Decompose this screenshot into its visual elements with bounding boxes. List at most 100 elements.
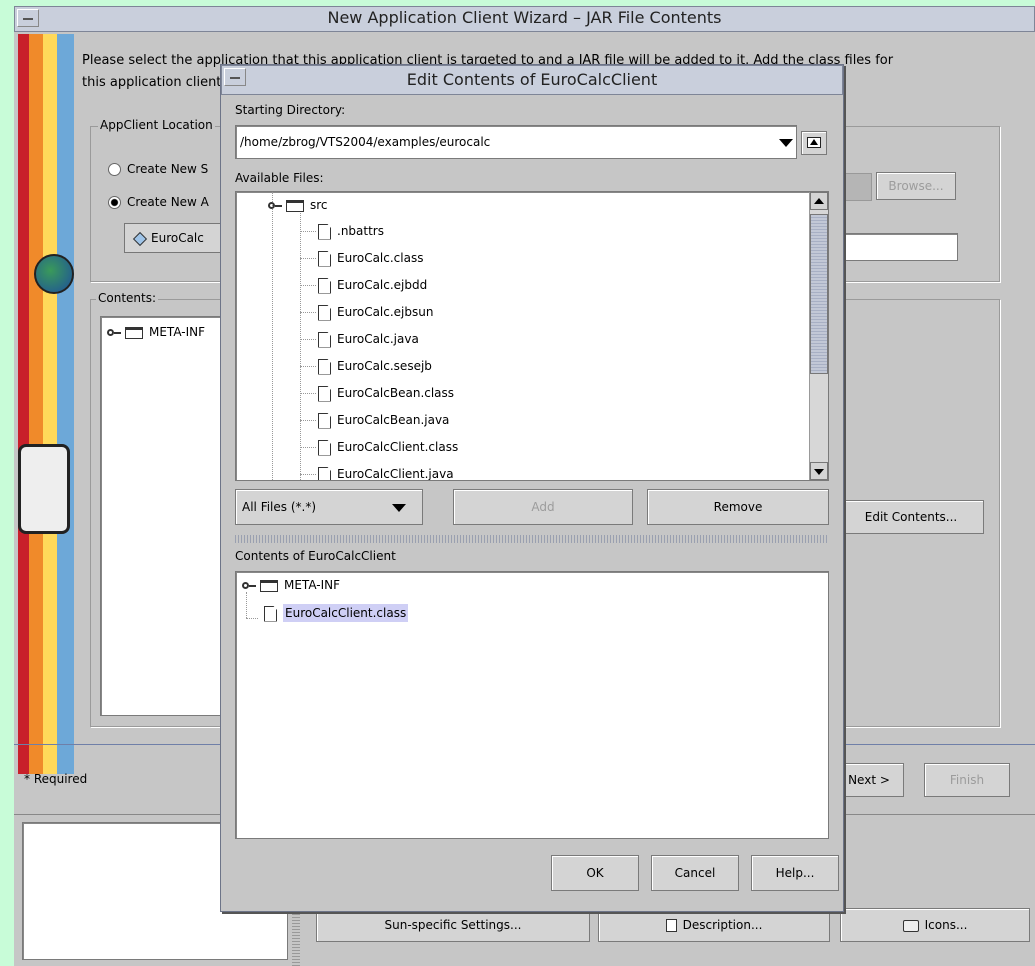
file-filter-value: All Files (*.*) bbox=[242, 500, 317, 514]
tree-guide-line bbox=[300, 474, 316, 475]
finish-button[interactable]: Finish bbox=[924, 763, 1010, 797]
tree-item-file-label: EuroCalcClient.java bbox=[337, 467, 454, 481]
globe-icon bbox=[34, 254, 74, 294]
tree-item-file[interactable]: EuroCalcBean.java bbox=[318, 409, 449, 431]
expand-handle-icon[interactable] bbox=[242, 581, 256, 591]
expand-handle-icon[interactable] bbox=[107, 328, 121, 338]
file-icon bbox=[318, 439, 331, 456]
next-button[interactable]: Next > bbox=[834, 763, 904, 797]
dialog-tree-item-meta-inf[interactable]: META-INF bbox=[242, 574, 340, 596]
tree-item-file[interactable]: EuroCalc.ejbdd bbox=[318, 274, 427, 296]
file-filter-combo[interactable]: All Files (*.*) bbox=[235, 489, 423, 525]
dialog-title-bar[interactable]: Edit Contents of EuroCalcClient bbox=[221, 65, 843, 95]
tree-guide-line bbox=[300, 366, 316, 367]
folder-icon bbox=[286, 199, 304, 212]
file-icon bbox=[318, 412, 331, 429]
tree-item-src[interactable]: src bbox=[268, 194, 328, 216]
diamond-icon bbox=[132, 231, 148, 246]
tree-item-file-label: EuroCalc.java bbox=[337, 332, 419, 346]
tree-item-file[interactable]: EuroCalcClient.java bbox=[318, 463, 454, 481]
tree-item-file[interactable]: EuroCalc.sesejb bbox=[318, 355, 432, 377]
radio-unchecked-icon bbox=[108, 163, 121, 176]
radio-create-standalone-label: Create New S bbox=[127, 162, 209, 176]
tree-item-file[interactable]: EuroCalcBean.class bbox=[318, 382, 454, 404]
jar-icon bbox=[18, 444, 70, 534]
file-icon bbox=[318, 331, 331, 348]
tree-item-file[interactable]: EuroCalc.class bbox=[318, 247, 423, 269]
icons-button[interactable]: Icons... bbox=[840, 908, 1030, 942]
scroll-up-button[interactable] bbox=[810, 192, 828, 210]
tree-guide-line bbox=[246, 618, 258, 619]
folder-icon bbox=[125, 326, 143, 339]
file-icon bbox=[318, 277, 331, 294]
dialog-window-menu-button[interactable] bbox=[224, 68, 246, 86]
help-button[interactable]: Help... bbox=[751, 855, 839, 891]
tree-item-file[interactable]: EuroCalcClient.class bbox=[318, 436, 458, 458]
wizard-window-menu-button[interactable] bbox=[17, 9, 39, 27]
tree-item-src-label: src bbox=[310, 198, 328, 212]
available-files-label: Available Files: bbox=[235, 171, 324, 185]
file-icon bbox=[264, 605, 277, 622]
file-icon bbox=[318, 466, 331, 480]
tree-item-file[interactable]: .nbattrs bbox=[318, 220, 384, 242]
available-files-tree[interactable]: src .nbattrs EuroCalc.class EuroCalc.ejbdd… bbox=[235, 191, 829, 481]
tree-item-file-label: EuroCalc.ejbdd bbox=[337, 278, 428, 292]
ok-button[interactable]: OK bbox=[551, 855, 639, 891]
sun-specific-settings-button[interactable]: Sun-specific Settings... bbox=[316, 908, 590, 942]
tree-guide-line bbox=[300, 258, 316, 259]
browse-button[interactable]: Browse... bbox=[876, 172, 956, 200]
tree-item-file-label: EuroCalc.sesejb bbox=[337, 359, 432, 373]
scroll-thumb[interactable] bbox=[810, 214, 828, 374]
radio-create-in-app-label: Create New A bbox=[127, 195, 209, 209]
dropdown-arrow-icon bbox=[779, 139, 793, 147]
dropdown-arrow-icon bbox=[392, 504, 406, 512]
required-note: * Required bbox=[24, 772, 88, 786]
cancel-button[interactable]: Cancel bbox=[651, 855, 739, 891]
starting-directory-value: /home/zbrog/VTS2004/examples/eurocalc bbox=[240, 135, 491, 149]
dialog-tree-item-selected-file[interactable]: EuroCalcClient.class bbox=[264, 602, 409, 624]
file-icon bbox=[318, 223, 331, 240]
wizard-side-graphic bbox=[18, 34, 74, 774]
add-button[interactable]: Add bbox=[453, 489, 633, 525]
dialog-contents-tree[interactable]: META-INF EuroCalcClient.class bbox=[235, 571, 829, 839]
appclient-location-label: AppClient Location bbox=[98, 118, 215, 132]
folder-icon bbox=[260, 579, 278, 592]
readonly-field-stub bbox=[840, 173, 872, 201]
wizard-title-bar[interactable]: New Application Client Wizard – JAR File… bbox=[14, 6, 1035, 32]
tree-item-file[interactable]: EuroCalc.java bbox=[318, 328, 419, 350]
available-files-scrollbar[interactable] bbox=[809, 192, 828, 480]
contents-tree[interactable]: META-INF bbox=[100, 316, 230, 716]
starting-directory-dropdown-button[interactable] bbox=[775, 129, 795, 155]
dialog-tree-item-meta-inf-label: META-INF bbox=[284, 578, 341, 592]
file-icon bbox=[318, 385, 331, 402]
contents-tree-item-meta-inf[interactable]: META-INF bbox=[107, 321, 205, 343]
edit-contents-button[interactable]: Edit Contents... bbox=[838, 500, 984, 534]
radio-create-in-app[interactable]: Create New A bbox=[108, 195, 209, 209]
description-button[interactable]: Description... bbox=[598, 908, 830, 942]
radio-create-standalone[interactable]: Create New S bbox=[108, 162, 208, 176]
tree-item-file-label: .nbattrs bbox=[337, 224, 384, 238]
tree-guide-line bbox=[300, 420, 316, 421]
contents-of-label: Contents of EuroCalcClient bbox=[235, 549, 396, 563]
tree-item-file[interactable]: EuroCalc.ejbsun bbox=[318, 301, 433, 323]
up-arrow-icon bbox=[810, 139, 818, 145]
starting-directory-combo[interactable]: /home/zbrog/VTS2004/examples/eurocalc bbox=[235, 125, 797, 159]
app-selector[interactable]: EuroCalc bbox=[124, 223, 234, 253]
tree-item-file-label: EuroCalc.class bbox=[337, 251, 424, 265]
scroll-down-button[interactable] bbox=[810, 462, 828, 480]
jar-name-field[interactable] bbox=[840, 233, 958, 261]
tree-guide-line bbox=[300, 231, 316, 232]
tree-item-file-label: EuroCalc.ejbsun bbox=[337, 305, 434, 319]
remove-button[interactable]: Remove bbox=[647, 489, 829, 525]
file-icon bbox=[318, 358, 331, 375]
up-arrow-icon bbox=[814, 198, 824, 204]
expand-handle-icon[interactable] bbox=[268, 201, 282, 211]
dialog-title: Edit Contents of EuroCalcClient bbox=[406, 70, 658, 89]
parent-directory-button[interactable] bbox=[801, 131, 827, 155]
split-divider[interactable] bbox=[235, 535, 829, 543]
tree-guide-line bbox=[300, 312, 316, 313]
file-icon bbox=[318, 250, 331, 267]
icons-button-label: Icons... bbox=[924, 918, 968, 932]
next-button-label: Next > bbox=[848, 773, 890, 787]
radio-checked-icon bbox=[108, 196, 121, 209]
